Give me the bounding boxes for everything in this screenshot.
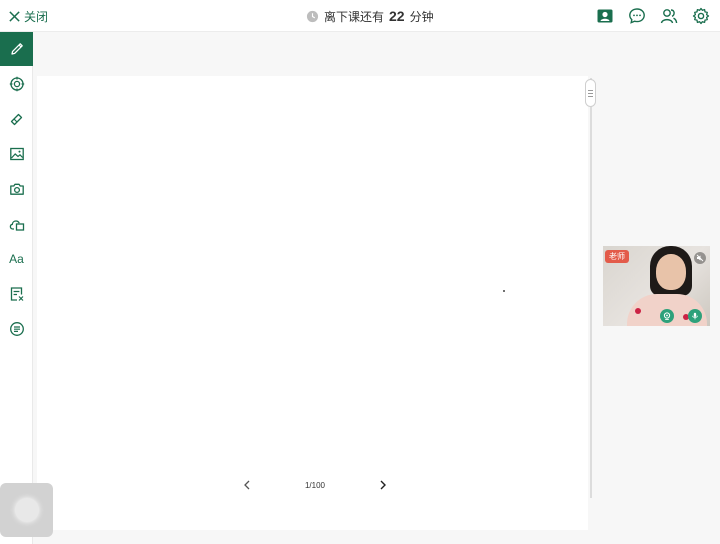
close-icon [9,10,20,22]
page-indicator: 1/100 [304,480,326,490]
settings-icon[interactable] [692,7,710,25]
tool-clear[interactable] [0,277,33,311]
more-icon [9,322,24,336]
scroll-track[interactable] [590,78,592,498]
text-tool-label: Aa [9,252,24,266]
camera-icon [9,183,24,195]
top-icons [596,6,710,26]
class-timer: 离下课还有 22 分钟 [306,6,434,26]
close-label: 关闭 [24,9,49,24]
cloud-file-icon [9,220,24,231]
teacher-badge: 老师 [605,250,629,263]
tool-pen[interactable] [0,32,33,66]
mic-on-icon [692,312,698,320]
tool-image[interactable] [0,137,33,171]
tool-laser[interactable] [0,67,33,101]
camera-on-icon [663,312,671,320]
chevron-right-icon [380,480,386,490]
close-button[interactable]: 关闭 [8,7,48,25]
volume-off-icon [696,254,704,262]
clear-icon [10,287,23,301]
image-icon [9,147,24,161]
tool-cloud-file[interactable] [0,207,33,241]
timer-minutes: 22 [389,8,405,24]
top-bar: 关闭 离下课还有 22 分钟 [0,0,720,32]
tool-text[interactable]: Aa [0,242,33,276]
tool-camera[interactable] [0,172,33,206]
next-page-button[interactable] [376,478,390,492]
chevron-left-icon [244,480,250,490]
clock-icon [306,10,319,22]
camera-status-button[interactable] [660,309,674,323]
video-person-face [656,254,686,290]
timer-suffix: 分钟 [409,9,434,24]
assistive-touch-button[interactable] [0,483,53,537]
pen-icon [10,43,23,55]
prev-page-button[interactable] [240,478,254,492]
scroll-handle[interactable] [585,79,596,107]
users-icon[interactable] [660,7,678,25]
volume-off-button[interactable] [694,252,706,264]
teacher-video[interactable]: 老师 [603,246,710,326]
page-navigator: 1/100 [240,476,390,494]
canvas-mark [503,290,505,292]
target-icon [9,76,24,92]
chat-icon[interactable] [628,7,646,25]
user-card-icon[interactable] [596,7,614,25]
mic-status-button[interactable] [688,309,702,323]
eraser-icon [10,113,22,126]
tool-sidebar: Aa [0,32,33,544]
timer-prefix: 离下课还有 [324,9,385,24]
tool-more[interactable] [0,312,33,346]
assistive-touch-dot [14,498,39,522]
tool-eraser[interactable] [0,102,33,136]
whiteboard-canvas[interactable] [37,76,588,530]
